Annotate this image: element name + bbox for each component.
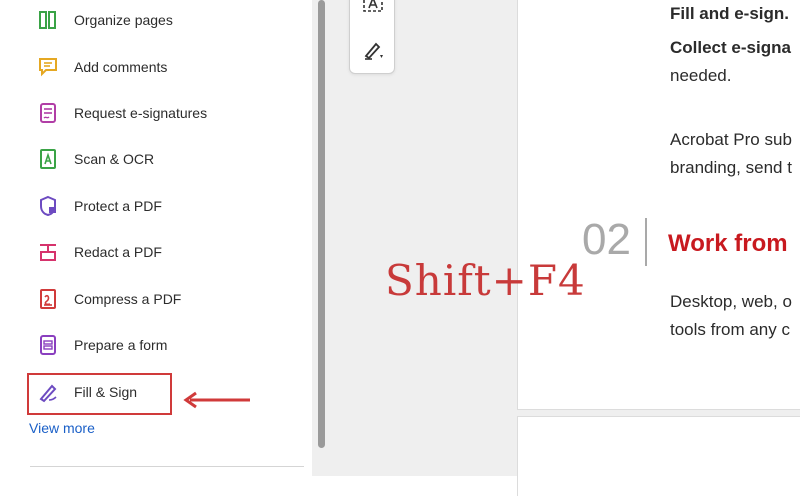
sidebar-item-label: Protect a PDF bbox=[74, 198, 162, 214]
divider bbox=[30, 466, 304, 467]
section-number: 02 bbox=[582, 215, 631, 264]
section-divider bbox=[645, 218, 647, 266]
doc-line: tools from any c bbox=[670, 320, 790, 339]
document-page bbox=[517, 0, 800, 410]
doc-line: needed. bbox=[670, 66, 732, 85]
view-more-link[interactable]: View more bbox=[29, 420, 95, 436]
keyboard-shortcut-annotation: Shift+F4 bbox=[385, 256, 586, 305]
doc-line: Fill and e-sign. bbox=[670, 4, 790, 23]
draw-pen-icon[interactable] bbox=[362, 39, 386, 66]
sidebar-item-label: Organize pages bbox=[74, 12, 173, 28]
sidebar-item-add-comments[interactable]: Add comments bbox=[36, 51, 167, 83]
organize-pages-icon bbox=[36, 8, 60, 32]
doc-line: branding, send t bbox=[670, 158, 792, 177]
document-page-next bbox=[517, 416, 800, 496]
select-text-icon[interactable] bbox=[362, 0, 384, 20]
sidebar-item-label: Add comments bbox=[74, 59, 168, 75]
doc-line: Acrobat Pro sub bbox=[670, 130, 792, 149]
sidebar-item-redact-pdf[interactable]: Redact a PDF bbox=[36, 236, 162, 268]
sidebar-item-prepare-form[interactable]: Prepare a form bbox=[36, 329, 167, 361]
tools-sidebar: Organize pages Add comments Request e-si… bbox=[0, 0, 312, 476]
redact-pdf-icon bbox=[36, 240, 60, 264]
fill-sign-highlight-box bbox=[27, 373, 172, 415]
sidebar-item-label: Scan & OCR bbox=[74, 151, 155, 167]
protect-pdf-icon bbox=[36, 194, 60, 218]
sidebar-item-protect-pdf[interactable]: Protect a PDF bbox=[36, 190, 162, 222]
sidebar-item-compress-pdf[interactable]: Compress a PDF bbox=[36, 283, 181, 315]
sidebar-item-label: Redact a PDF bbox=[74, 244, 162, 260]
sidebar-scrollbar-thumb[interactable] bbox=[318, 0, 325, 448]
sidebar-item-label: Prepare a form bbox=[74, 337, 168, 353]
quick-toolbar bbox=[349, 0, 395, 74]
scan-ocr-icon bbox=[36, 147, 60, 171]
compress-pdf-icon bbox=[36, 287, 60, 311]
sidebar-item-scan-ocr[interactable]: Scan & OCR bbox=[36, 143, 154, 175]
sidebar-item-label: Compress a PDF bbox=[74, 291, 182, 307]
doc-line: Desktop, web, o bbox=[670, 292, 792, 311]
sidebar-item-label: Request e-signatures bbox=[74, 105, 208, 121]
request-esignatures-icon bbox=[36, 101, 60, 125]
doc-line: Collect e-signa bbox=[670, 38, 791, 57]
add-comments-icon bbox=[36, 55, 60, 79]
sidebar-item-organize-pages[interactable]: Organize pages bbox=[36, 4, 173, 36]
prepare-form-icon bbox=[36, 333, 60, 357]
section-title: Work from bbox=[668, 230, 788, 257]
sidebar-item-request-esignatures[interactable]: Request e-signatures bbox=[36, 97, 207, 129]
pointer-arrow-icon bbox=[183, 391, 250, 409]
